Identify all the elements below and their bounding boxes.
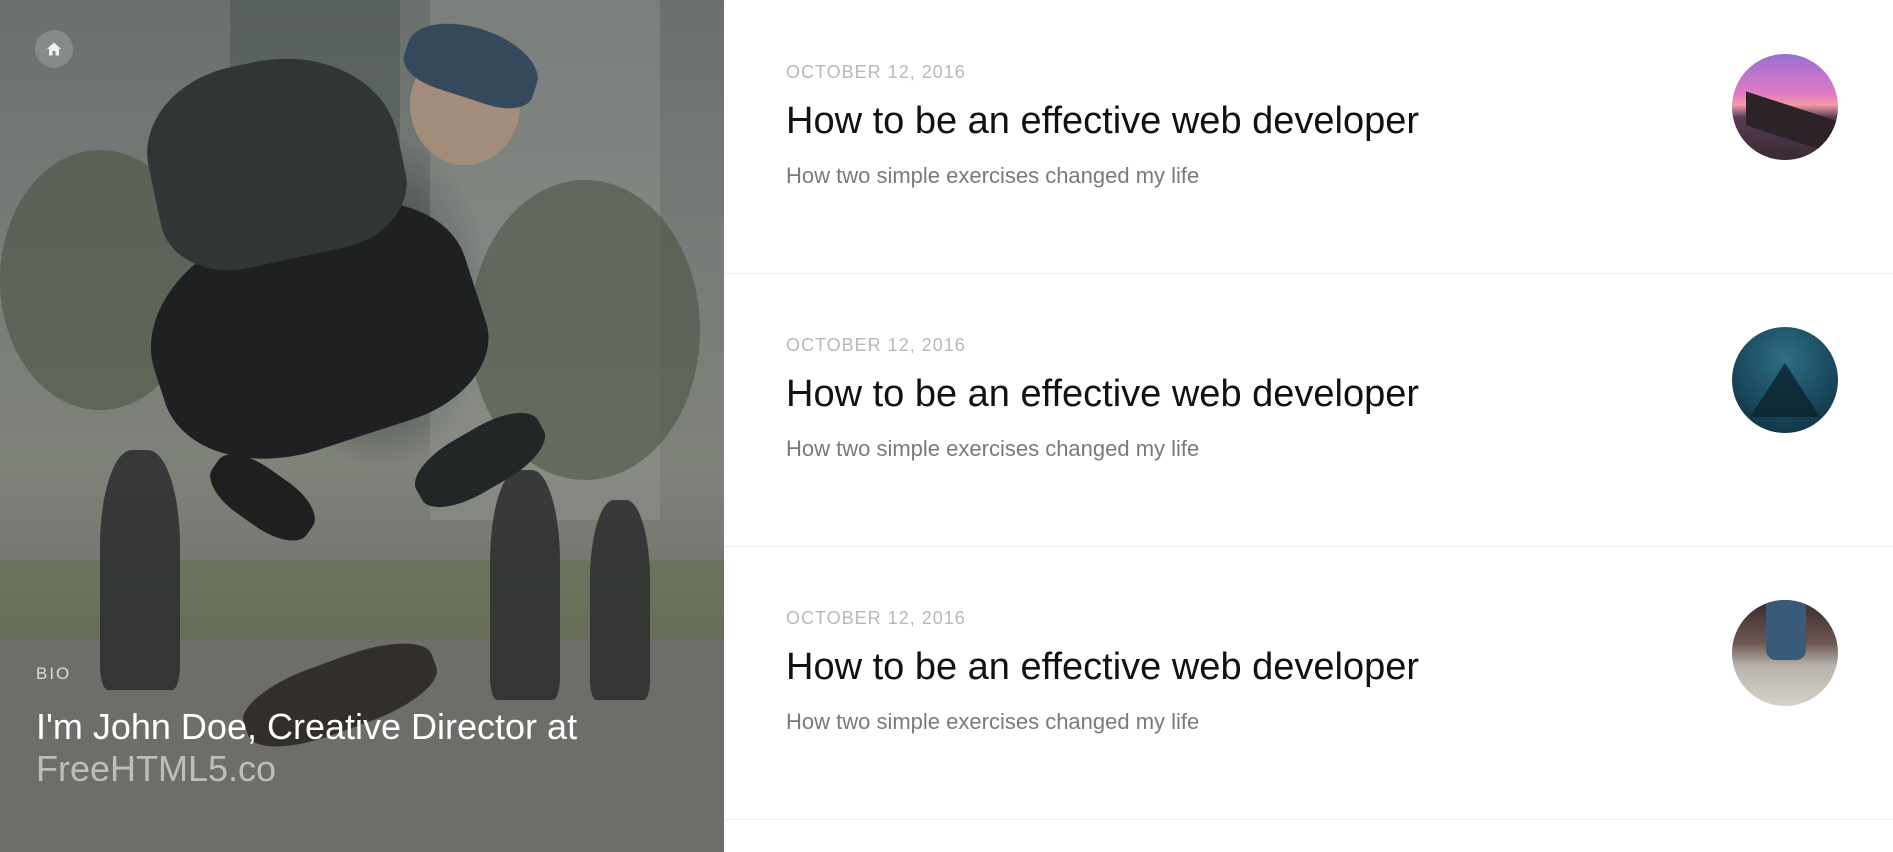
bio-company-link[interactable]: FreeHTML5.co — [36, 748, 276, 789]
bio-block: BIO I'm John Doe, Creative Director at F… — [36, 664, 696, 790]
post-thumbnail-detail — [1750, 363, 1820, 417]
post-list: OCTOBER 12, 2016 How to be an effective … — [724, 0, 1893, 852]
post-thumbnail[interactable] — [1732, 327, 1838, 433]
post-thumbnail-detail — [1746, 91, 1836, 155]
bio-title-text: I'm John Doe, Creative Director at — [36, 706, 578, 747]
post-item: OCTOBER 12, 2016 How to be an effective … — [724, 273, 1893, 547]
post-subtitle: How two simple exercises changed my life — [786, 709, 1200, 734]
bio-title: I'm John Doe, Creative Director at FreeH… — [36, 706, 696, 790]
post-title-link[interactable]: How to be an effective web developer — [786, 369, 1419, 419]
post-thumbnail[interactable] — [1732, 600, 1838, 706]
post-date: OCTOBER 12, 2016 — [786, 335, 966, 355]
bio-label: BIO — [36, 664, 72, 683]
post-thumbnail-detail — [1766, 600, 1806, 660]
post-item: OCTOBER 12, 2016 How to be an effective … — [724, 546, 1893, 820]
post-date: OCTOBER 12, 2016 — [786, 608, 966, 628]
home-button[interactable] — [35, 30, 73, 68]
post-thumbnail[interactable] — [1732, 54, 1838, 160]
post-subtitle: How two simple exercises changed my life — [786, 163, 1200, 188]
post-date: OCTOBER 12, 2016 — [786, 62, 966, 82]
hero-panel: BIO I'm John Doe, Creative Director at F… — [0, 0, 724, 852]
home-icon — [47, 42, 61, 56]
post-subtitle: How two simple exercises changed my life — [786, 436, 1200, 461]
post-title-link[interactable]: How to be an effective web developer — [786, 96, 1419, 146]
post-title-link[interactable]: How to be an effective web developer — [786, 642, 1419, 692]
post-item: OCTOBER 12, 2016 How to be an effective … — [724, 0, 1893, 274]
